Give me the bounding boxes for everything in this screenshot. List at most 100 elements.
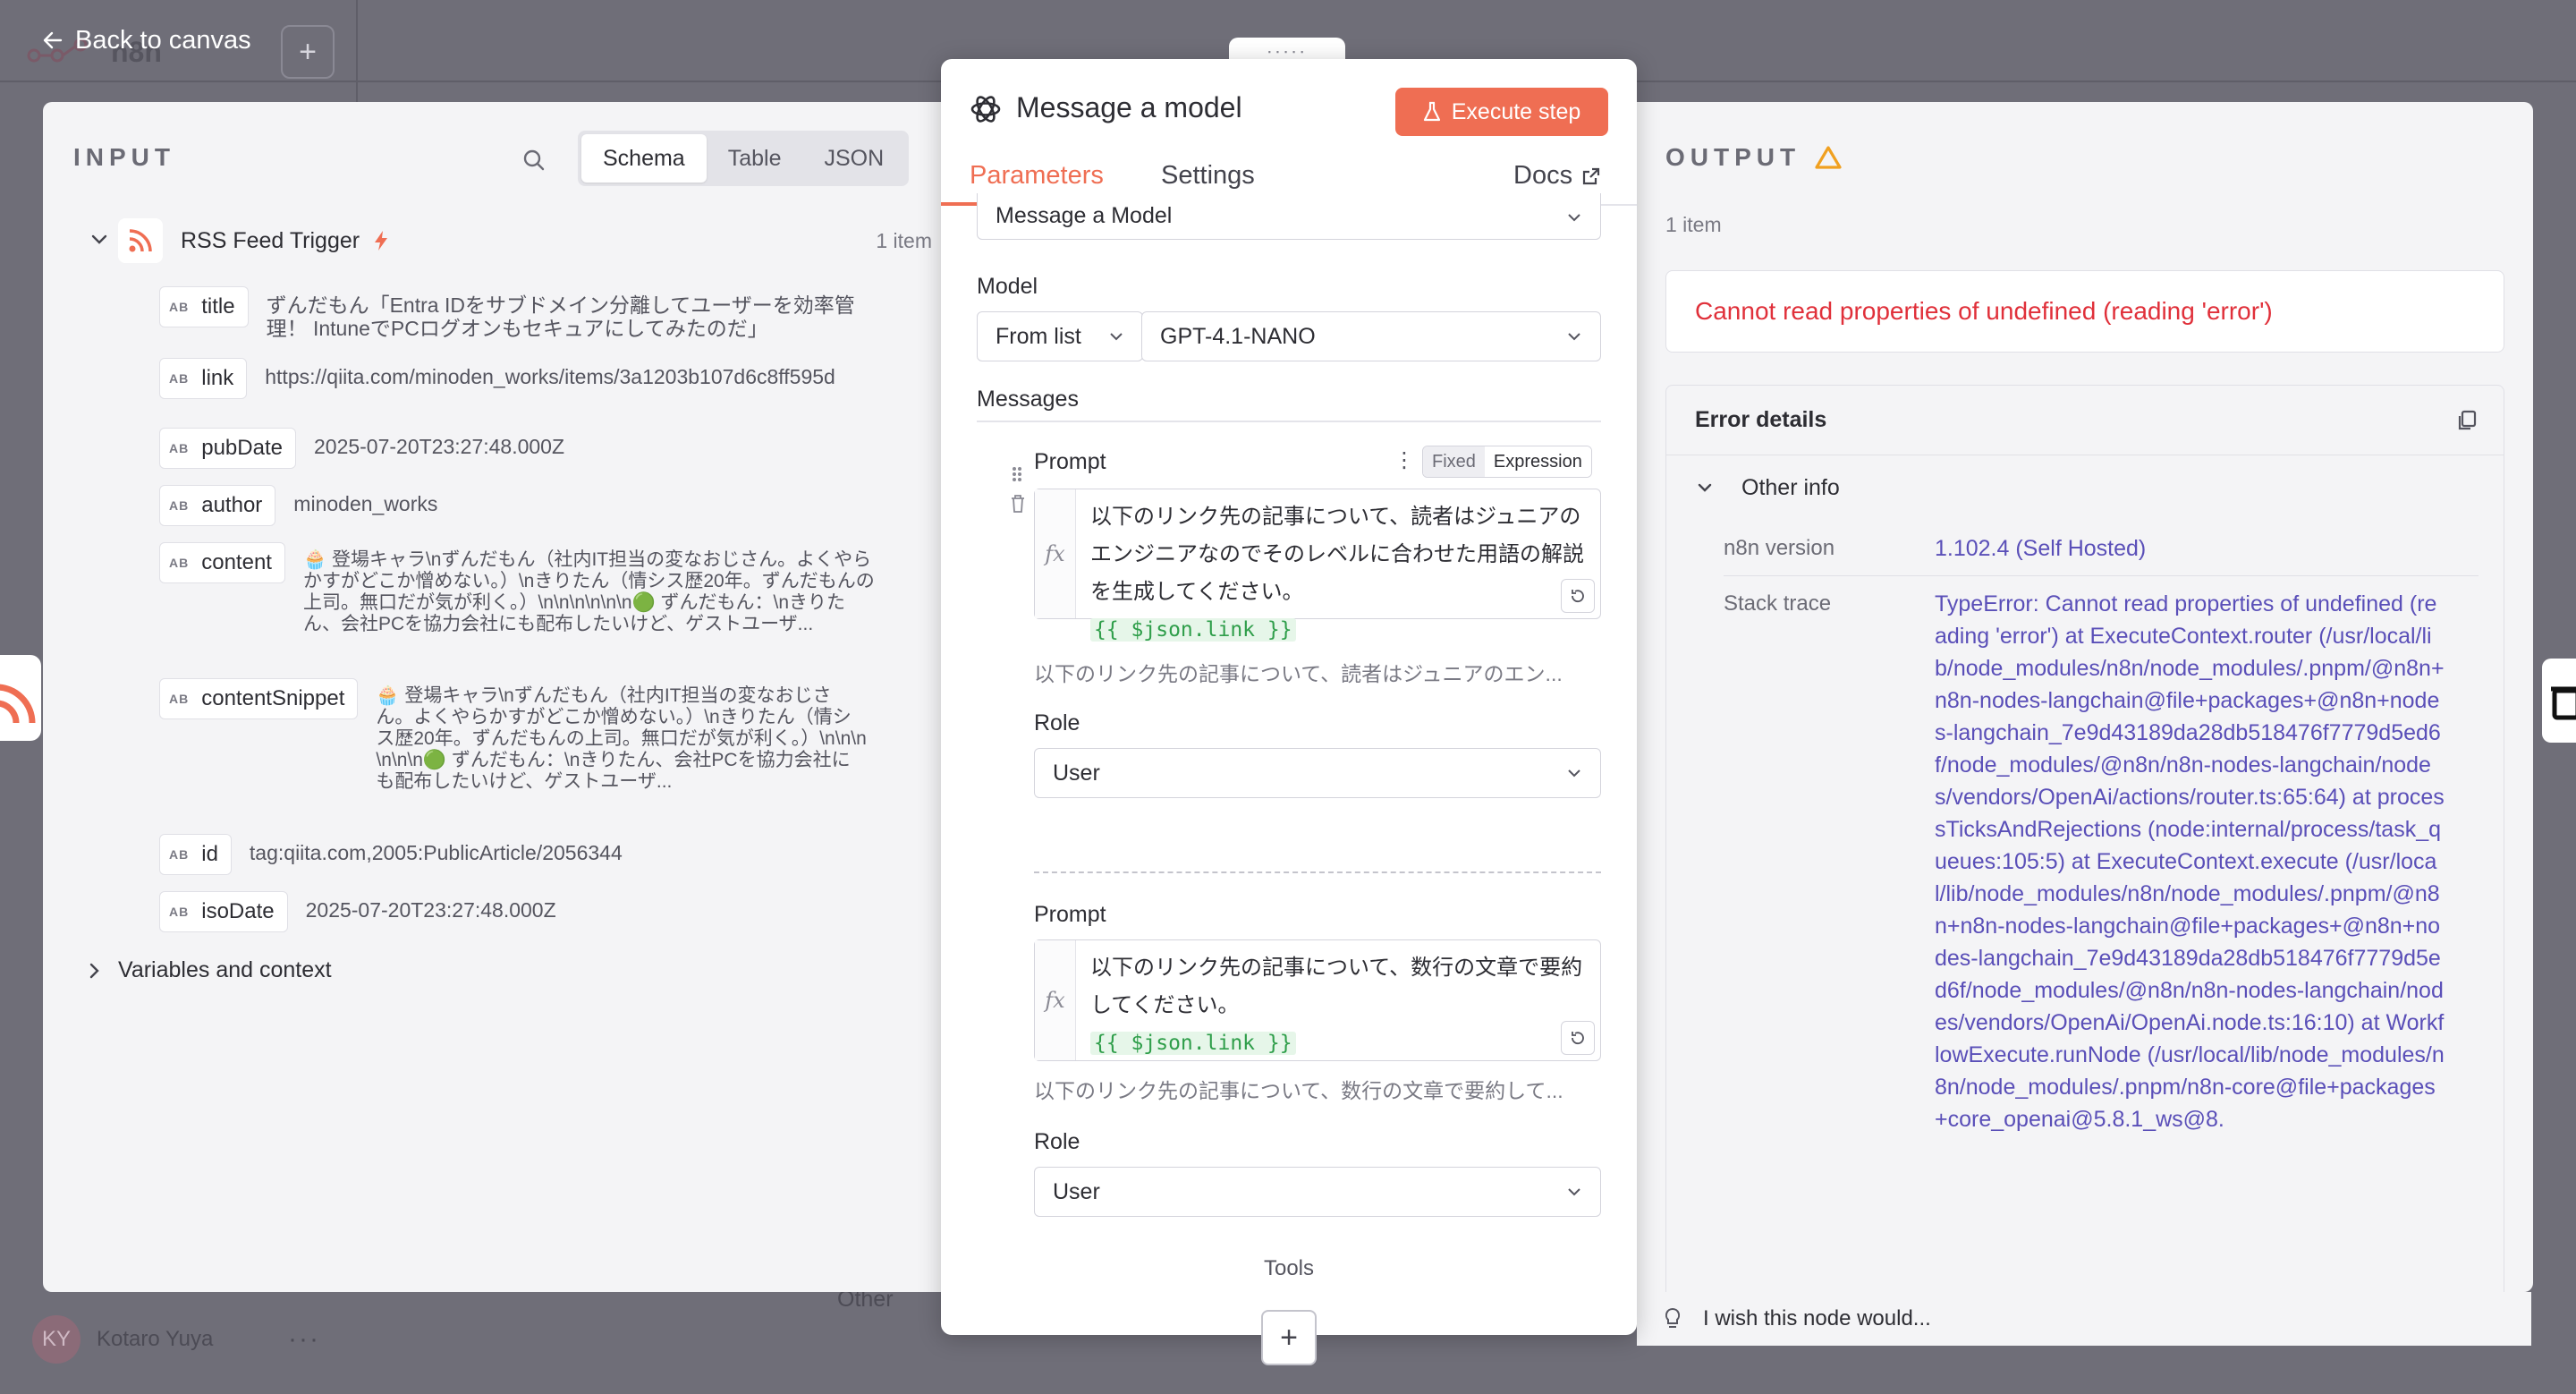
sidebar-divider <box>356 0 358 103</box>
expand-icon <box>1572 1032 1584 1045</box>
expression-option[interactable]: Expression <box>1484 446 1591 477</box>
field-pill[interactable]: AB link <box>159 358 248 399</box>
field-value: 🧁 登場キャラ\nずんだもん（社内IT担当の変なおじさん。よくやらかすがどこか憎… <box>376 685 867 792</box>
canvas-add-button[interactable]: + <box>281 25 335 79</box>
add-tool-button[interactable]: + <box>1261 1310 1317 1365</box>
output-heading: OUTPUT <box>1665 143 1801 171</box>
tab-schema[interactable]: Schema <box>581 134 707 183</box>
schema-field-author[interactable]: AB author minoden_works <box>159 485 946 526</box>
tab-settings[interactable]: Settings <box>1161 161 1255 191</box>
trigger-node-row[interactable]: RSS Feed Trigger 1 item <box>86 218 932 263</box>
node-title[interactable]: Message a model <box>1016 91 1242 124</box>
divider <box>977 421 1601 422</box>
tools-label: Tools <box>1263 1256 1315 1280</box>
fx-icon: fx <box>1035 940 1076 1060</box>
back-to-canvas-label: Back to canvas <box>75 25 251 55</box>
prompt-text-block: 以下のリンク先の記事について、数行の文章で要約してください。 {{ $json.… <box>1090 949 1586 1062</box>
field-pill[interactable]: AB id <box>159 834 232 875</box>
field-name: author <box>201 493 263 517</box>
schema-field-link[interactable]: AB link https://qiita.com/minoden_works/… <box>159 358 946 399</box>
execute-step-button[interactable]: Execute step <box>1395 88 1608 136</box>
drag-handle-icon[interactable] <box>1011 465 1023 483</box>
operation-value: Message a Model <box>996 203 1173 228</box>
field-pill[interactable]: AB contentSnippet <box>159 678 359 719</box>
field-pill[interactable]: AB isoDate <box>159 891 288 932</box>
error-details-card: Error details Other info n8n version 1.1… <box>1665 385 2504 1306</box>
external-link-icon <box>1582 167 1600 184</box>
trigger-node-name: RSS Feed Trigger <box>181 227 360 253</box>
node-parameters-panel: Message a model Execute step Parameters … <box>941 59 1637 1365</box>
other-info-toggle[interactable]: Other info <box>1695 475 1840 501</box>
next-node-handle[interactable] <box>2542 659 2576 743</box>
avatar: KY <box>32 1315 80 1364</box>
trash-icon <box>2551 686 2576 720</box>
copy-icon[interactable] <box>2455 409 2479 432</box>
chevron-down-icon[interactable] <box>86 232 118 250</box>
rss-node-badge <box>118 218 163 263</box>
field-pill[interactable]: AB pubDate <box>159 428 296 469</box>
field-pill[interactable]: AB content <box>159 542 285 583</box>
openai-icon <box>970 96 1001 123</box>
other-info-label: Other info <box>1741 475 1840 500</box>
open-expression-editor-icon[interactable] <box>1561 1021 1595 1055</box>
variables-and-context-row[interactable]: Variables and context <box>86 957 332 983</box>
rss-icon <box>0 684 36 724</box>
chevron-right-icon <box>89 963 99 978</box>
schema-field-contentsnippet[interactable]: AB contentSnippet 🧁 登場キャラ\nずんだもん（社内IT担当の… <box>159 678 946 793</box>
schema-field-title[interactable]: AB title ずんだもん「Entra IDをサブドメイン分離してユーザーを効… <box>159 286 946 340</box>
role-select[interactable]: User <box>1034 748 1601 798</box>
schema-field-pubdate[interactable]: AB pubDate 2025-07-20T23:27:48.000Z <box>159 428 946 469</box>
error-details-header: Error details <box>1666 386 2504 455</box>
field-pill[interactable]: AB author <box>159 485 276 526</box>
role-value: User <box>1053 760 1100 786</box>
string-type-icon: AB <box>169 847 190 862</box>
user-name: Kotaro Yuya <box>97 1327 214 1351</box>
chevron-down-icon <box>1568 769 1580 778</box>
user-menu-more-icon[interactable]: ··· <box>288 1324 320 1355</box>
prompt-expression-editor[interactable]: fx 以下のリンク先の記事について、数行の文章で要約してください。 {{ $js… <box>1034 939 1601 1061</box>
model-mode-select[interactable]: From list <box>977 311 1143 361</box>
model-value: GPT-4.1-NANO <box>1160 323 1316 349</box>
tab-parameters[interactable]: Parameters <box>970 161 1104 191</box>
feedback-bar[interactable]: I wish this node would... <box>1637 1292 2531 1346</box>
field-pill[interactable]: AB title <box>159 286 249 327</box>
warning-triangle-icon <box>1815 146 1842 169</box>
model-label: Model <box>977 274 1038 299</box>
open-expression-editor-icon[interactable] <box>1561 579 1595 613</box>
schema-field-isodate[interactable]: AB isoDate 2025-07-20T23:27:48.000Z <box>159 891 946 932</box>
chevron-down-icon <box>1568 333 1580 341</box>
role-select[interactable]: User <box>1034 1167 1601 1217</box>
output-item-count: 1 item <box>1665 213 1722 236</box>
tab-table[interactable]: Table <box>707 134 803 183</box>
field-name: title <box>201 294 235 319</box>
back-to-canvas-button[interactable]: Back to canvas <box>43 21 251 59</box>
more-options-icon[interactable]: ⋮ <box>1394 447 1415 473</box>
operation-select[interactable]: Message a Model <box>977 193 1601 240</box>
view-mode-tabs: Schema Table JSON <box>578 131 910 186</box>
error-message-card: Cannot read properties of undefined (rea… <box>1665 270 2504 353</box>
prompt-label: Prompt <box>1034 902 1106 927</box>
prompt-text: 以下のリンク先の記事について、数行の文章で要約してください。 <box>1090 956 1583 1017</box>
field-value: https://qiita.com/minoden_works/items/3a… <box>265 365 835 388</box>
tab-docs[interactable]: Docs <box>1513 161 1601 191</box>
tab-json[interactable]: JSON <box>802 134 905 183</box>
user-profile[interactable]: KY Kotaro Yuya <box>32 1315 213 1364</box>
schema-field-content[interactable]: AB content 🧁 登場キャラ\nずんだもん（社内IT担当の変なおじさん。… <box>159 542 946 635</box>
fixed-expression-toggle[interactable]: Fixed Expression <box>1422 446 1592 478</box>
trash-icon[interactable] <box>1009 494 1027 514</box>
stack-trace-label: Stack trace <box>1724 591 1832 616</box>
output-panel: OUTPUT 1 item Cannot read properties of … <box>1628 102 2533 1306</box>
search-icon[interactable] <box>519 145 549 175</box>
string-type-icon: AB <box>169 371 190 386</box>
field-name: isoDate <box>201 899 275 923</box>
field-value: 🧁 登場キャラ\nずんだもん（社内IT担当の変なおじさん。よくやらかすがどこか憎… <box>302 549 875 634</box>
prev-node-handle[interactable] <box>0 655 41 741</box>
model-select[interactable]: GPT-4.1-NANO <box>1141 311 1601 361</box>
field-value: minoden_works <box>293 492 438 515</box>
output-heading-row: OUTPUT <box>1665 143 1842 172</box>
fixed-option[interactable]: Fixed <box>1423 446 1485 477</box>
schema-field-id[interactable]: AB id tag:qiita.com,2005:PublicArticle/2… <box>159 834 946 875</box>
prompt-expression-editor[interactable]: fx 以下のリンク先の記事について、読者はジュニアのエンジニアなのでそのレベルに… <box>1034 489 1601 642</box>
trigger-item-count: 1 item <box>876 228 932 252</box>
field-value: ずんだもん「Entra IDをサブドメイン分離してユーザーを効率管理！ Intu… <box>266 293 855 340</box>
